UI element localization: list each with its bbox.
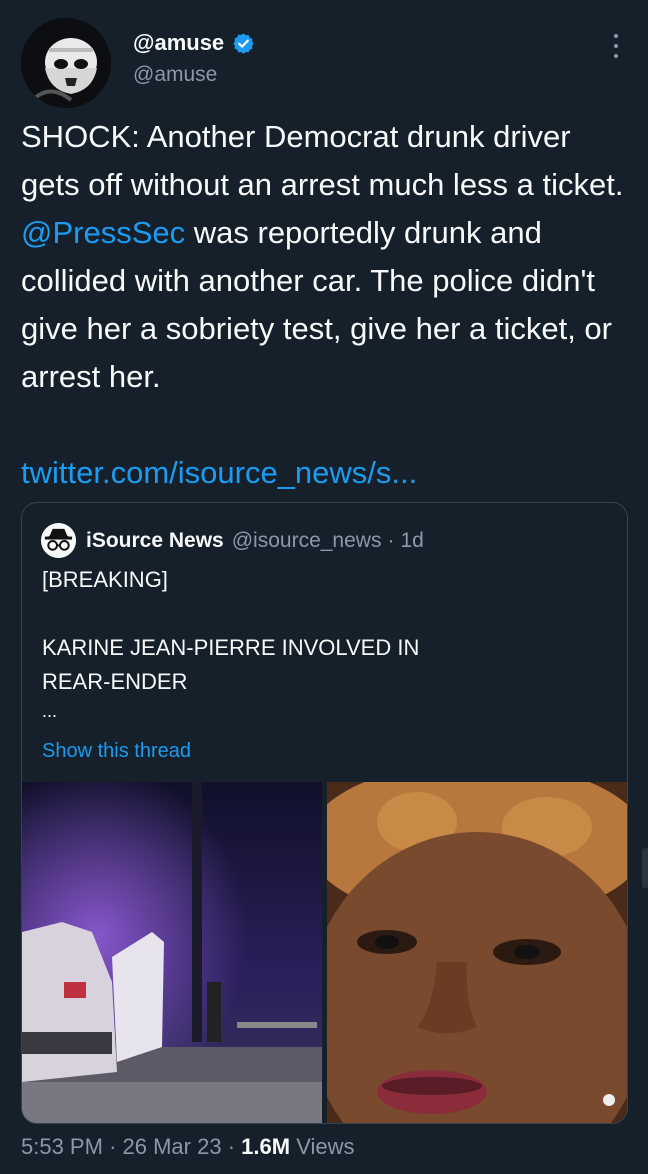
- tweet-text-part: SHOCK: Another Democrat drunk driver get…: [21, 119, 624, 202]
- show-thread-link[interactable]: Show this thread: [42, 740, 191, 763]
- author-handle[interactable]: @amuse: [133, 63, 217, 87]
- quoted-tweet-age[interactable]: 1d: [400, 529, 423, 553]
- police-scene-image[interactable]: [22, 782, 322, 1123]
- quoted-text-line: [BREAKING]: [42, 567, 168, 592]
- tweet-text: SHOCK: Another Democrat drunk driver get…: [21, 113, 631, 401]
- quoted-author-handle[interactable]: @isource_news: [232, 529, 382, 553]
- tweet-url-link[interactable]: twitter.com/isource_news/s...: [21, 449, 417, 497]
- quoted-text-line: REAR-ENDER: [42, 669, 188, 694]
- separator-dot: ·: [109, 1134, 117, 1159]
- quoted-tweet-card[interactable]: iSource News @isource_news · 1d [BREAKIN…: [21, 502, 628, 1124]
- quoted-text-ellipsis: ...: [42, 701, 58, 721]
- stormtrooper-avatar-image: [21, 18, 111, 108]
- quoted-tweet-header: iSource News @isource_news · 1d: [41, 523, 424, 558]
- author-avatar[interactable]: [21, 18, 111, 108]
- tweet-date[interactable]: 26 Mar 23: [123, 1134, 222, 1159]
- quoted-media: [22, 782, 627, 1123]
- tweet-detail: @amuse @amuse SHOCK: Another Democrat dr…: [0, 0, 648, 1174]
- separator-dot: ·: [387, 528, 395, 552]
- views-label: Views: [296, 1134, 355, 1159]
- portrait-image[interactable]: [327, 782, 627, 1123]
- views-count: 1.6M: [241, 1134, 291, 1159]
- quoted-author-avatar[interactable]: [41, 523, 76, 558]
- separator-dot: ·: [227, 1134, 236, 1159]
- quoted-text-line: KARINE JEAN-PIERRE INVOLVED IN: [42, 635, 420, 660]
- quoted-author-name[interactable]: iSource News: [86, 529, 224, 553]
- author-display-name[interactable]: @amuse: [133, 30, 224, 56]
- spy-hat-icon: [41, 523, 76, 558]
- more-options-icon[interactable]: [610, 34, 622, 58]
- author-name-row[interactable]: @amuse: [133, 30, 255, 56]
- verified-badge-icon: [232, 32, 255, 55]
- scrollbar-handle[interactable]: [642, 848, 648, 888]
- tweet-time[interactable]: 5:53 PM: [21, 1134, 103, 1159]
- tweet-footer: 5:53 PM · 26 Mar 23 · 1.6M Views: [21, 1134, 355, 1160]
- mention-link[interactable]: @PressSec: [21, 215, 185, 250]
